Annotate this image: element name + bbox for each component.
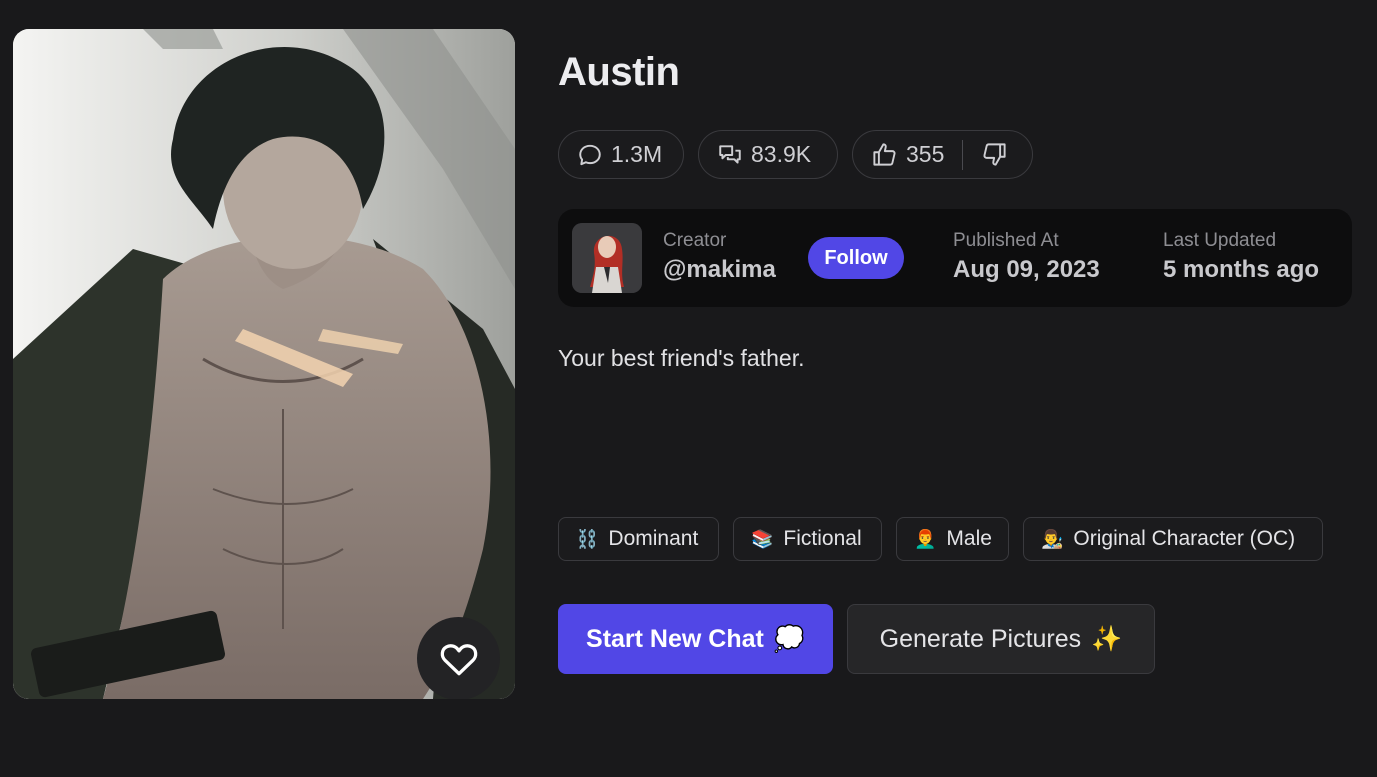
generate-pictures-label: Generate Pictures	[879, 624, 1082, 653]
creator-avatar[interactable]	[572, 223, 642, 293]
updated-label: Last Updated	[1163, 230, 1277, 251]
published-date: Aug 09, 2023	[953, 256, 1100, 283]
books-icon: 📚	[751, 528, 774, 549]
sparkles-icon: ✨	[1091, 624, 1123, 653]
tag-fictional[interactable]: 📚 Fictional	[733, 517, 882, 561]
tag-original-character[interactable]: 👨‍🎨 Original Character (OC)	[1023, 517, 1323, 561]
tag-label: Dominant	[608, 527, 699, 550]
creator-avatar-image	[572, 223, 642, 293]
dislike-button[interactable]	[981, 141, 1008, 168]
rating-divider	[962, 139, 964, 170]
tag-label: Fictional	[783, 527, 862, 550]
tag-label: Original Character (OC)	[1073, 527, 1296, 550]
thumbs-up-icon	[873, 143, 896, 166]
creator-card: Creator @makima Follow Published At Aug …	[558, 209, 1352, 307]
chats-count: 83.9K	[698, 130, 838, 179]
character-description: Your best friend's father.	[558, 345, 805, 371]
messages-count: 1.3M	[558, 130, 684, 179]
character-page: Austin 1.3M 83.9K 355 Creator @makima Fo…	[0, 0, 1377, 777]
character-name: Austin	[558, 50, 680, 94]
creator-handle[interactable]: @makima	[663, 256, 776, 284]
tag-male[interactable]: 👨‍🦰 Male	[896, 517, 1009, 561]
start-new-chat-label: Start New Chat	[586, 624, 764, 653]
chain-icon: ⛓️	[576, 528, 599, 549]
generate-pictures-button[interactable]: Generate Pictures ✨	[847, 604, 1155, 674]
tag-label: Male	[946, 527, 992, 550]
rating-pill: 355	[852, 130, 1033, 179]
artist-icon: 👨‍🎨	[1041, 528, 1064, 549]
tag-dominant[interactable]: ⛓️ Dominant	[558, 517, 719, 561]
published-label: Published At	[953, 230, 1059, 251]
man-icon: 👨‍🦰	[914, 528, 937, 549]
chats-count-value: 83.9K	[751, 141, 812, 167]
favorite-button[interactable]	[417, 617, 500, 699]
updated-value: 5 months ago	[1163, 256, 1320, 283]
like-button[interactable]: 355	[871, 141, 944, 168]
follow-button[interactable]: Follow	[808, 237, 904, 279]
start-new-chat-button[interactable]: Start New Chat 💭	[558, 604, 833, 674]
thought-bubble-icon: 💭	[773, 624, 805, 653]
chats-icon	[719, 144, 741, 164]
character-image	[13, 29, 515, 699]
chat-bubble-icon	[579, 144, 601, 165]
messages-count-value: 1.3M	[611, 141, 663, 167]
likes-count: 355	[906, 141, 945, 167]
character-illustration	[13, 29, 515, 699]
creator-label: Creator	[663, 230, 727, 251]
heart-icon	[440, 643, 477, 675]
thumbs-down-icon	[983, 143, 1006, 166]
